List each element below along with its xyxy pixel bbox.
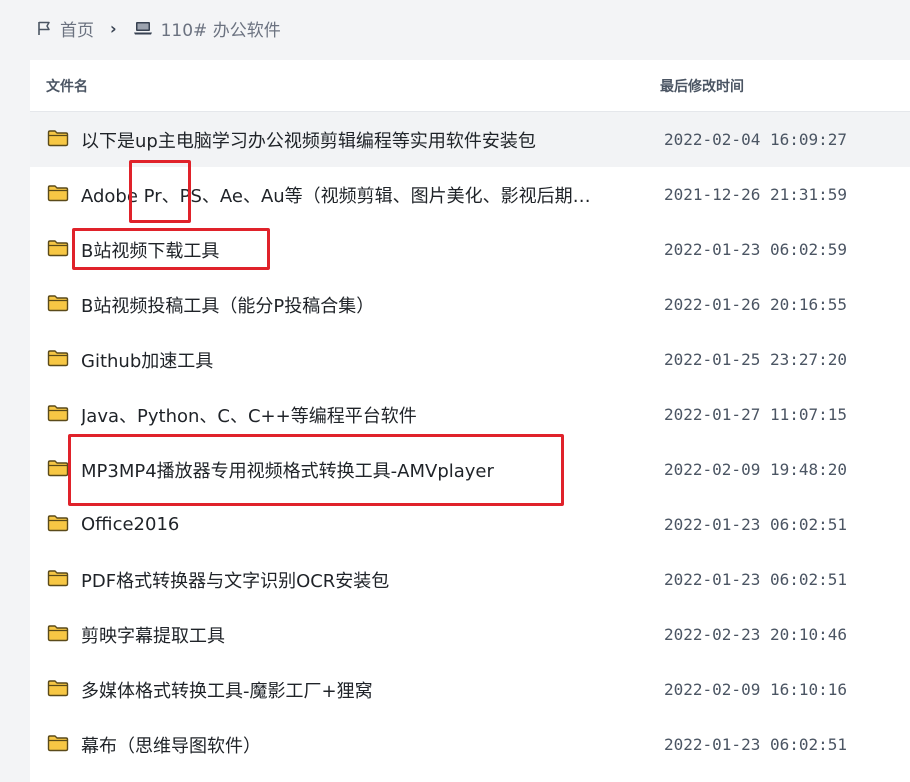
column-header-name[interactable]: 文件名 xyxy=(30,76,660,96)
file-name[interactable]: B站视频下载工具 xyxy=(81,237,647,263)
file-row[interactable]: Office2016 2022-01-23 06:02:51 xyxy=(30,497,910,552)
file-row[interactable]: MP3MP4播放器专用视频格式转换工具-AMVplayer 2022-02-09 … xyxy=(30,442,910,497)
file-list: 以下是up主电脑学习办公视频剪辑编程等实用软件安装包 2022-02-04 16:… xyxy=(30,112,910,772)
breadcrumb: 首页 › 110# 办公软件 xyxy=(36,14,281,42)
file-row[interactable]: 剪映字幕提取工具 2022-02-23 20:10:46 xyxy=(30,607,910,662)
file-modified-time: 2021-12-26 21:31:59 xyxy=(664,185,848,204)
file-modified-time: 2022-01-23 06:02:51 xyxy=(664,515,848,534)
folder-icon xyxy=(47,404,69,426)
file-row[interactable]: 多媒体格式转换工具-魔影工厂+狸窝 2022-02-09 16:10:16 xyxy=(30,662,910,717)
folder-icon xyxy=(47,184,69,206)
file-name[interactable]: Office2016 xyxy=(81,514,647,535)
folder-icon xyxy=(47,459,69,481)
file-row[interactable]: Github加速工具 2022-01-25 23:27:20 xyxy=(30,332,910,387)
file-modified-time: 2022-01-26 20:16:55 xyxy=(664,295,848,314)
file-row[interactable]: PDF格式转换器与文字识别OCR安装包 2022-01-23 06:02:51 xyxy=(30,552,910,607)
file-name[interactable]: B站视频投稿工具（能分P投稿合集） xyxy=(81,292,647,318)
breadcrumb-current[interactable]: 110# 办公软件 xyxy=(133,16,281,41)
file-row[interactable]: Java、Python、C、C++等编程平台软件 2022-01-27 11:07… xyxy=(30,387,910,442)
file-name[interactable]: PDF格式转换器与文字识别OCR安装包 xyxy=(81,567,647,593)
file-row[interactable]: 幕布（思维导图软件） 2022-01-23 06:02:51 xyxy=(30,717,910,772)
folder-icon xyxy=(47,679,69,701)
file-row[interactable]: Adobe Pr、PS、Ae、Au等（视频剪辑、图片美化、影视后期… 2021-1… xyxy=(30,167,910,222)
file-name[interactable]: 以下是up主电脑学习办公视频剪辑编程等实用软件安装包 xyxy=(81,127,647,153)
file-name[interactable]: 剪映字幕提取工具 xyxy=(81,622,647,648)
column-header-modified[interactable]: 最后修改时间 xyxy=(660,76,910,96)
file-modified-time: 2022-02-09 16:10:16 xyxy=(664,680,848,699)
file-name[interactable]: Github加速工具 xyxy=(81,347,647,373)
laptop-icon xyxy=(133,20,153,36)
folder-icon xyxy=(47,129,69,151)
file-modified-time: 2022-01-27 11:07:15 xyxy=(664,405,848,424)
flag-icon xyxy=(36,20,52,36)
folder-icon xyxy=(47,294,69,316)
file-list-panel: 文件名 最后修改时间 以下是up主电脑学习办公视频剪辑编程等实用软件安装包 202… xyxy=(30,60,910,782)
file-row[interactable]: B站视频投稿工具（能分P投稿合集） 2022-01-26 20:16:55 xyxy=(30,277,910,332)
file-row[interactable]: B站视频下载工具 2022-01-23 06:02:59 xyxy=(30,222,910,277)
file-name[interactable]: MP3MP4播放器专用视频格式转换工具-AMVplayer xyxy=(81,457,647,483)
folder-icon xyxy=(47,514,69,536)
folder-icon xyxy=(47,349,69,371)
breadcrumb-home-label: 首页 xyxy=(60,20,94,41)
folder-icon xyxy=(47,239,69,261)
file-row[interactable]: 以下是up主电脑学习办公视频剪辑编程等实用软件安装包 2022-02-04 16:… xyxy=(30,112,910,167)
file-modified-time: 2022-01-23 06:02:51 xyxy=(664,570,848,589)
file-modified-time: 2022-02-09 19:48:20 xyxy=(664,460,848,479)
file-modified-time: 2022-01-23 06:02:51 xyxy=(664,735,848,754)
file-list-header: 文件名 最后修改时间 xyxy=(30,60,910,112)
folder-icon xyxy=(47,624,69,646)
breadcrumb-current-label: 110# 办公软件 xyxy=(160,20,281,41)
breadcrumb-home[interactable]: 首页 xyxy=(36,16,94,41)
file-name[interactable]: Java、Python、C、C++等编程平台软件 xyxy=(81,402,647,428)
file-modified-time: 2022-01-25 23:27:20 xyxy=(664,350,848,369)
file-name[interactable]: Adobe Pr、PS、Ae、Au等（视频剪辑、图片美化、影视后期… xyxy=(81,182,647,208)
file-modified-time: 2022-01-23 06:02:59 xyxy=(664,240,848,259)
folder-icon xyxy=(47,569,69,591)
chevron-right-icon: › xyxy=(110,18,117,38)
folder-icon xyxy=(47,734,69,756)
file-modified-time: 2022-02-04 16:09:27 xyxy=(664,130,848,149)
file-name[interactable]: 幕布（思维导图软件） xyxy=(81,732,647,758)
file-name[interactable]: 多媒体格式转换工具-魔影工厂+狸窝 xyxy=(81,677,647,703)
file-modified-time: 2022-02-23 20:10:46 xyxy=(664,625,848,644)
